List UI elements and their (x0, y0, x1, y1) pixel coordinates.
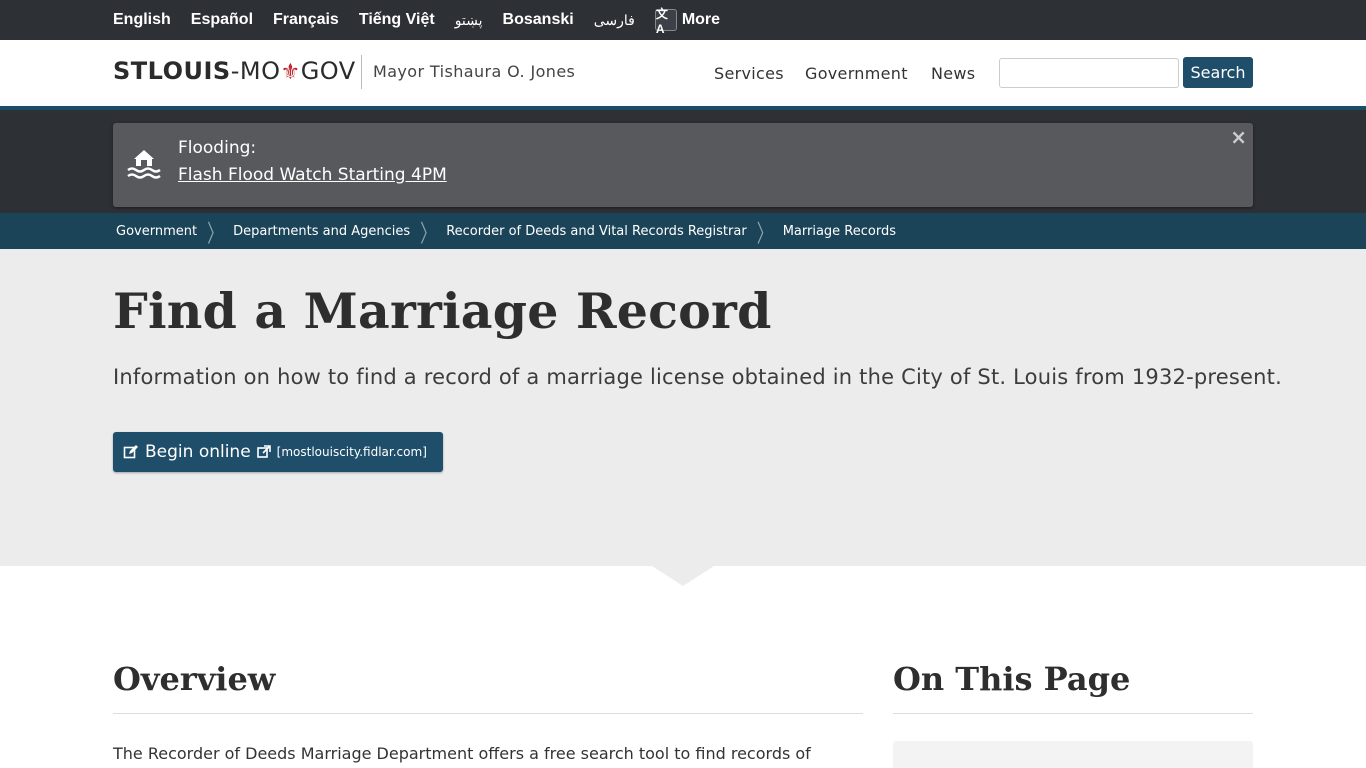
lang-farsi[interactable]: فارسی (594, 12, 635, 29)
page-title: Find a Marriage Record (113, 282, 772, 340)
breadcrumb-government[interactable]: Government (116, 224, 197, 239)
lang-pashto[interactable]: پښتو (455, 12, 483, 29)
alert-band: Flooding: Flash Flood Watch Starting 4PM… (0, 106, 1366, 213)
breadcrumb-recorder[interactable]: Recorder of Deeds and Vital Records Regi… (446, 224, 747, 239)
fleur-de-lis-icon: ⚜ (280, 60, 301, 85)
lang-english[interactable]: English (113, 11, 171, 29)
site-logo[interactable]: STLOUIS-MO⚜GOV (113, 57, 356, 85)
begin-online-label: Begin online (145, 442, 251, 462)
on-this-page-divider (893, 713, 1253, 714)
external-link-icon (256, 445, 271, 458)
hero-section: Find a Marriage Record Information on ho… (0, 249, 1366, 566)
lang-vietnamese[interactable]: Tiếng Việt (359, 11, 435, 29)
begin-online-domain: [mostlouiscity.fidlar.com] (276, 445, 427, 459)
chevron-right-icon: 〉 (420, 219, 437, 248)
close-icon[interactable]: × (1230, 125, 1247, 149)
overview-title: Overview (113, 660, 276, 698)
search-button[interactable]: Search (1183, 57, 1253, 88)
logo-sep: -MO (230, 57, 281, 85)
search-input[interactable] (999, 58, 1179, 88)
flood-icon (127, 150, 161, 179)
nav-news[interactable]: News (931, 64, 975, 83)
overview-divider (113, 713, 863, 714)
alert-link[interactable]: Flash Flood Watch Starting 4PM (178, 165, 447, 185)
page-lead: Information on how to find a record of a… (113, 365, 1282, 389)
overview-text: The Recorder of Deeds Marriage Departmen… (113, 744, 811, 763)
breadcrumb: Government 〉 Departments and Agencies 〉 … (0, 213, 1366, 249)
begin-online-button[interactable]: Begin online [mostlouiscity.fidlar.com] (113, 432, 443, 472)
breadcrumb-current[interactable]: Marriage Records (783, 224, 896, 239)
logo-divider (361, 55, 362, 89)
edit-icon (123, 445, 138, 459)
logo-end: GOV (300, 57, 356, 85)
more-label: More (681, 11, 721, 28)
site-header: STLOUIS-MO⚜GOV Mayor Tishaura O. Jones S… (0, 40, 1366, 106)
more-languages-button[interactable]: 文A More (654, 7, 721, 36)
nav-services[interactable]: Services (714, 64, 784, 83)
nav-government[interactable]: Government (805, 64, 908, 83)
breadcrumb-departments[interactable]: Departments and Agencies (233, 224, 410, 239)
lang-french[interactable]: Français (273, 11, 339, 29)
translate-icon: 文A (654, 7, 677, 36)
lang-spanish[interactable]: Español (191, 11, 253, 29)
on-this-page-box (893, 741, 1253, 768)
logo-bold: STLOUIS (113, 57, 231, 85)
hero-notch (652, 566, 714, 586)
lang-bosnian[interactable]: Bosanski (503, 11, 574, 29)
language-bar: English Español Français Tiếng Việt پښتو… (0, 0, 1366, 40)
on-this-page-title: On This Page (893, 660, 1131, 698)
chevron-right-icon: 〉 (756, 219, 773, 248)
mayor-name[interactable]: Mayor Tishaura O. Jones (373, 62, 575, 81)
alert-title: Flooding: (178, 138, 257, 158)
flood-alert: Flooding: Flash Flood Watch Starting 4PM… (113, 123, 1253, 207)
chevron-right-icon: 〉 (207, 219, 224, 248)
